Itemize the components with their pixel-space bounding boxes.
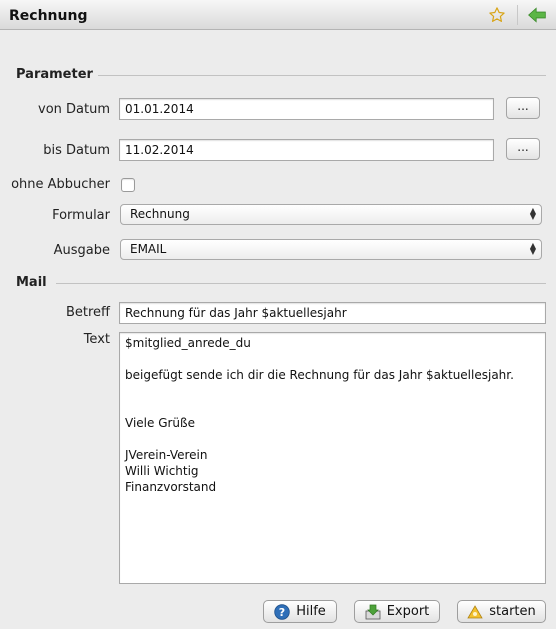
ohne-abbucher-label: ohne Abbucher <box>11 177 110 192</box>
select-arrows-icon: ▲ ▼ <box>529 241 536 256</box>
ausgabe-label: Ausgabe <box>53 243 110 258</box>
export-icon <box>365 604 381 620</box>
title-bar-separator <box>517 5 518 25</box>
export-button[interactable]: Export <box>354 600 440 623</box>
help-icon: ? <box>274 603 290 620</box>
hilfe-button[interactable]: ? Hilfe <box>263 600 337 623</box>
betreff-label: Betreff <box>65 305 110 320</box>
von-datum-label: von Datum <box>38 102 110 117</box>
select-arrows-icon: ▲ ▼ <box>529 206 536 221</box>
ausgabe-select[interactable]: EMAIL ▲ ▼ <box>120 239 542 260</box>
section-title-mail: Mail <box>16 275 47 290</box>
export-button-label: Export <box>386 604 430 619</box>
betreff-field[interactable]: Rechnung für das Jahr $aktuellesjahr <box>119 302 546 324</box>
mail-text-area[interactable]: $mitglied_anrede_du beigefügt sende ich … <box>119 332 546 584</box>
formular-label: Formular <box>52 208 110 223</box>
ohne-abbucher-checkbox[interactable] <box>121 178 135 192</box>
von-datum-field[interactable]: 01.01.2014 <box>119 98 494 120</box>
formular-select[interactable]: Rechnung ▲ ▼ <box>120 204 542 225</box>
section-title-parameter: Parameter <box>16 67 93 82</box>
window-title: Rechnung <box>9 8 88 24</box>
starten-button[interactable]: starten <box>457 600 546 623</box>
ausgabe-selected-value: EMAIL <box>130 242 167 256</box>
star-icon[interactable] <box>486 4 508 26</box>
starten-button-label: starten <box>489 604 536 619</box>
back-arrow-icon[interactable] <box>526 4 548 26</box>
svg-text:?: ? <box>279 606 285 619</box>
formular-selected-value: Rechnung <box>130 207 190 221</box>
bis-datum-field[interactable]: 11.02.2014 <box>119 139 494 161</box>
bis-datum-picker-button[interactable]: ... <box>506 138 540 160</box>
run-icon <box>467 604 483 620</box>
section-divider <box>56 283 546 284</box>
title-bar: Rechnung <box>0 0 556 30</box>
section-divider <box>98 75 546 76</box>
von-datum-picker-button[interactable]: ... <box>506 97 540 119</box>
bis-datum-label: bis Datum <box>43 143 110 158</box>
hilfe-button-label: Hilfe <box>296 604 326 619</box>
text-label: Text <box>83 332 110 347</box>
